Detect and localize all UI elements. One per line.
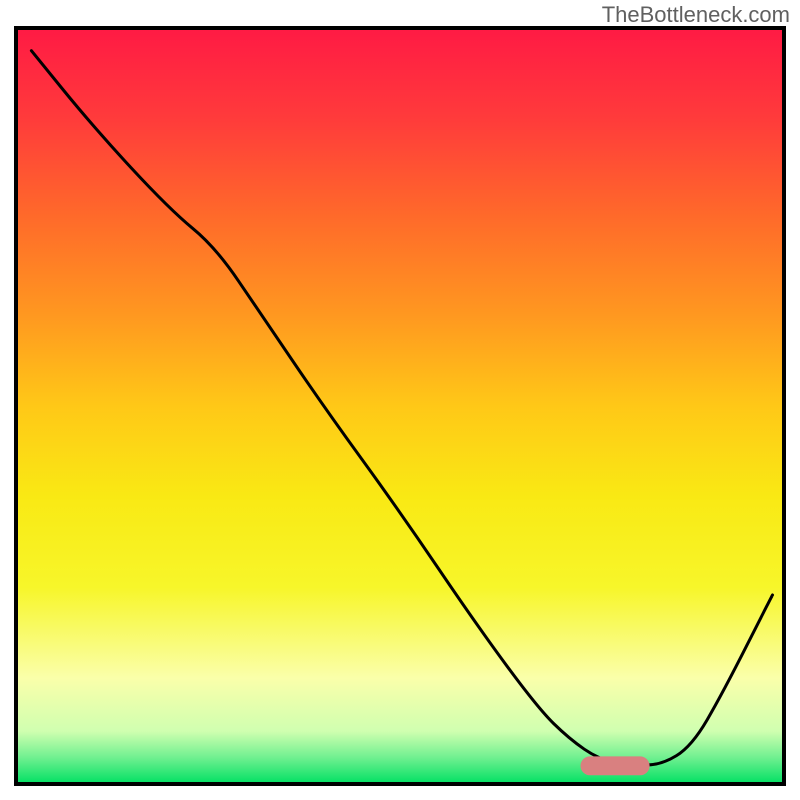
gradient-background [16, 28, 784, 784]
watermark-text: TheBottleneck.com [602, 2, 790, 28]
plot-area [16, 28, 784, 784]
target-marker [581, 756, 650, 775]
bottleneck-chart [0, 0, 800, 800]
chart-container: TheBottleneck.com [0, 0, 800, 800]
